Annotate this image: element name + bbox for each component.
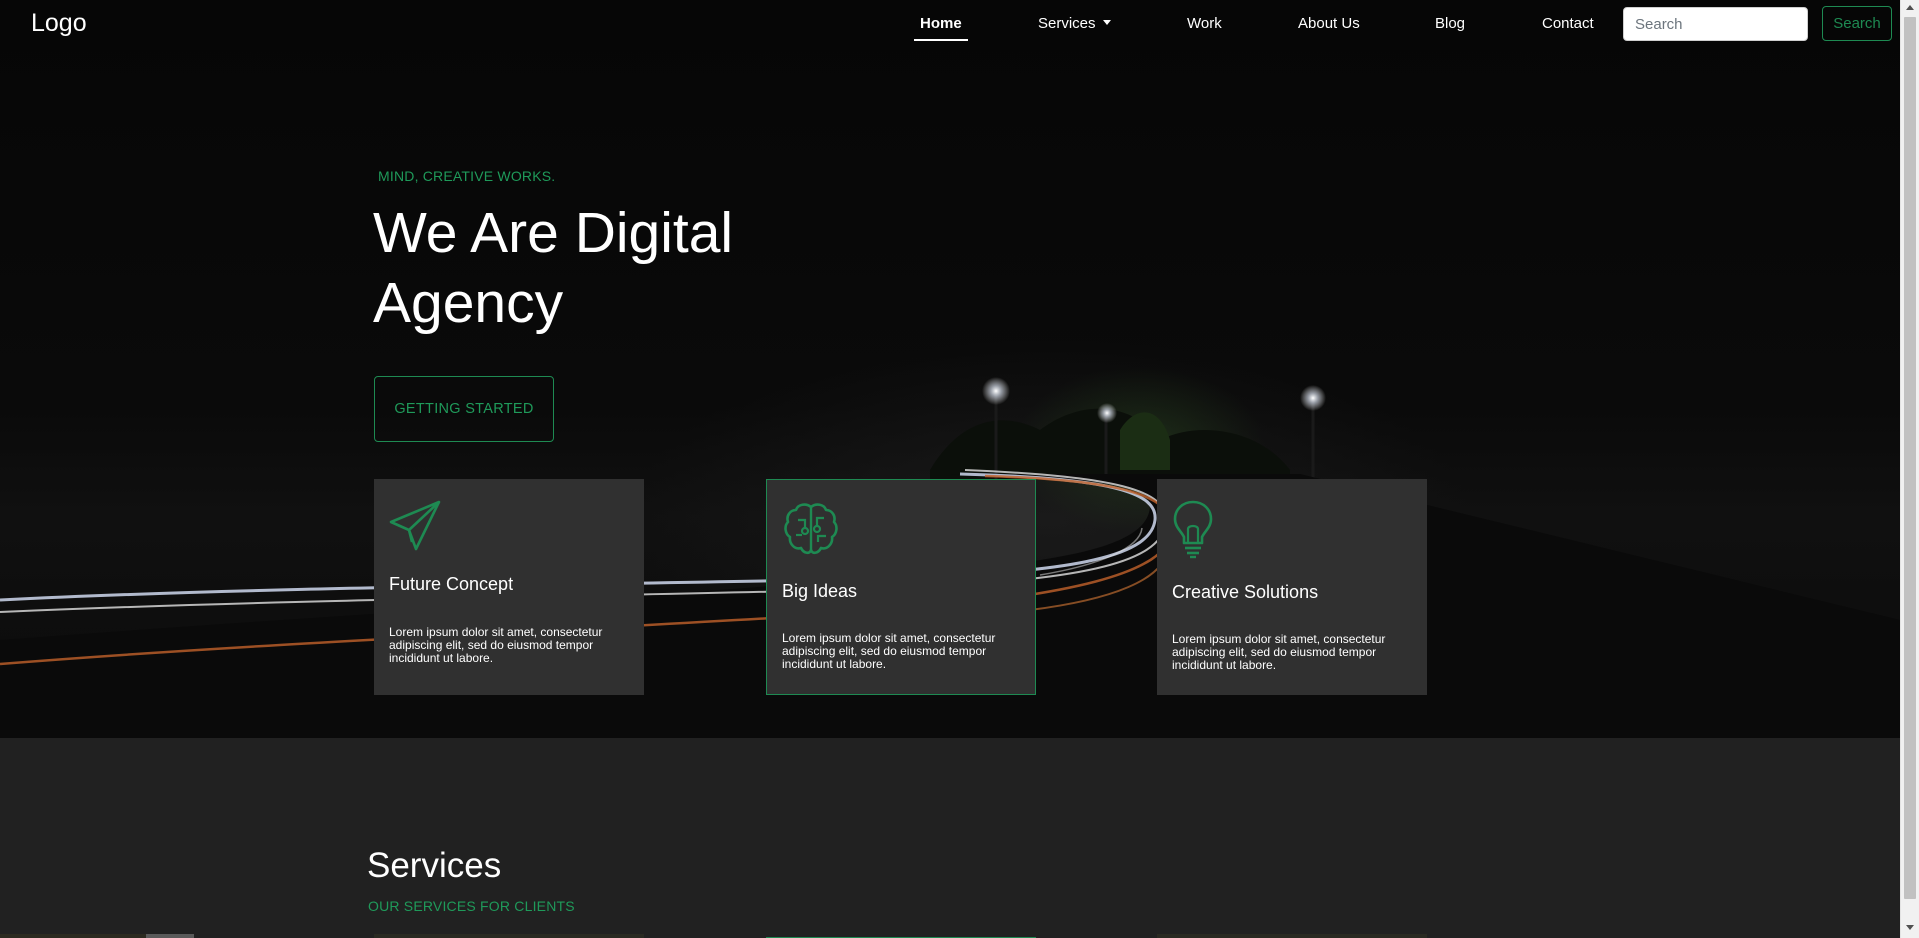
scrollbar-thumb[interactable] — [1904, 17, 1916, 899]
street-lamp — [1300, 385, 1326, 411]
navbar: Logo Home Services Work About Us Blog Co… — [0, 0, 1900, 48]
search-button[interactable]: Search — [1822, 6, 1892, 41]
services-image-edge — [0, 934, 146, 938]
lightbulb-icon — [1173, 500, 1213, 559]
scroll-up-arrow-icon[interactable] — [1906, 5, 1914, 10]
feature-card-big-ideas: Big Ideas Lorem ipsum dolor sit amet, co… — [766, 479, 1036, 695]
nav-link-services-label: Services — [1038, 15, 1096, 32]
nav-link-about-us[interactable]: About Us — [1298, 15, 1360, 32]
tree-highlight — [1120, 412, 1170, 470]
feature-card-text: Lorem ipsum dolor sit amet, consectetur … — [389, 625, 603, 665]
services-card-edge — [374, 934, 644, 938]
street-lamp — [1097, 403, 1117, 423]
feature-card-creative-solutions: Creative Solutions Lorem ipsum dolor sit… — [1157, 479, 1427, 695]
hero-tagline: MIND, CREATIVE WORKS. — [378, 168, 556, 184]
services-image-edge — [146, 934, 194, 938]
page: Logo Home Services Work About Us Blog Co… — [0, 0, 1919, 938]
street-lamp — [982, 377, 1010, 405]
feature-card-title: Future Concept — [389, 574, 514, 594]
caret-down-icon — [1102, 20, 1111, 25]
hero-title: We Are Digital Agency — [373, 201, 734, 335]
feature-card-title: Creative Solutions — [1172, 582, 1319, 602]
getting-started-button[interactable]: GETTING STARTED — [374, 376, 554, 442]
brain-icon — [784, 503, 838, 555]
feature-card-future-concept: Future Concept Lorem ipsum dolor sit ame… — [374, 479, 644, 695]
nav-link-services[interactable]: Services — [1038, 15, 1111, 32]
hero-section: Logo Home Services Work About Us Blog Co… — [0, 0, 1900, 738]
scroll-down-arrow-icon[interactable] — [1906, 925, 1914, 930]
services-title: Services — [367, 846, 502, 885]
search-input[interactable] — [1623, 7, 1808, 41]
services-subtitle: OUR SERVICES FOR CLIENTS — [368, 898, 575, 914]
paper-plane-icon — [389, 500, 441, 551]
nav-link-home[interactable]: Home — [920, 15, 962, 32]
feature-card-text: Lorem ipsum dolor sit amet, consectetur … — [782, 631, 996, 671]
services-card-edge — [1157, 934, 1427, 938]
feature-card-title: Big Ideas — [782, 581, 858, 601]
feature-card-text: Lorem ipsum dolor sit amet, consectetur … — [1172, 632, 1386, 672]
nav-link-work[interactable]: Work — [1187, 15, 1222, 32]
active-nav-indicator — [914, 39, 968, 41]
logo[interactable]: Logo — [31, 9, 87, 38]
nav-link-contact[interactable]: Contact — [1542, 15, 1594, 32]
services-section: Services OUR SERVICES FOR CLIENTS — [0, 738, 1900, 938]
vertical-scrollbar[interactable] — [1900, 0, 1919, 938]
nav-link-blog[interactable]: Blog — [1435, 15, 1465, 32]
